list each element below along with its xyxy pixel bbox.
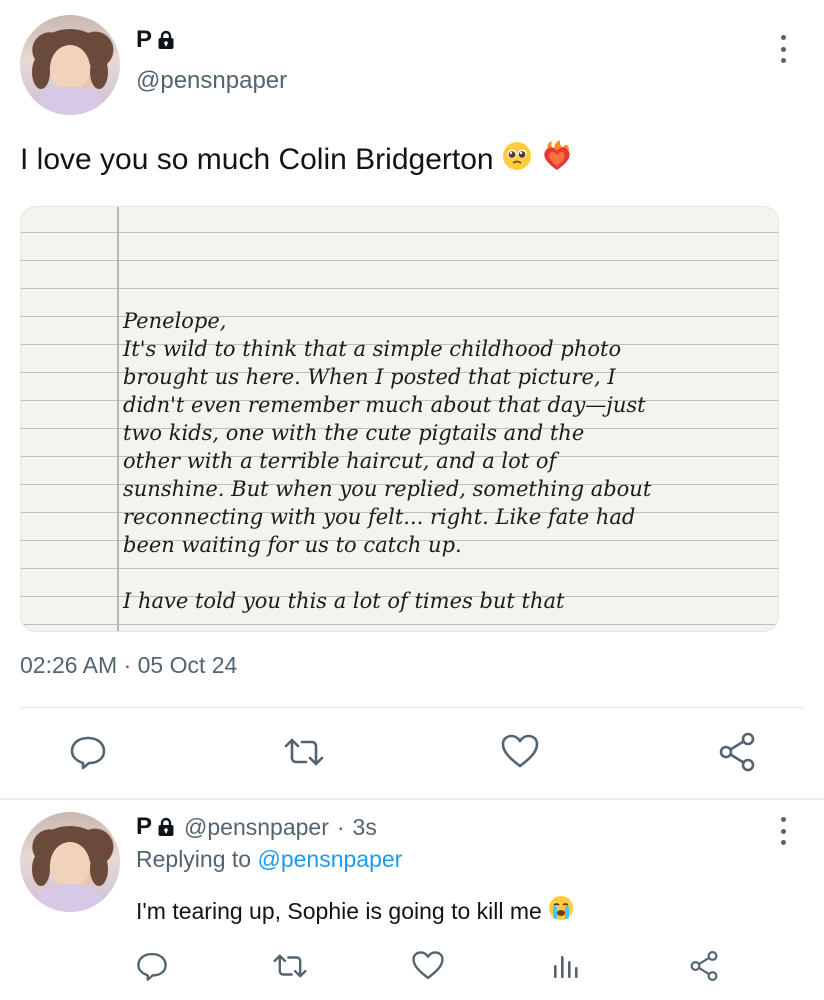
- reply-like-icon[interactable]: [406, 944, 450, 988]
- reply-time[interactable]: 3s: [353, 814, 377, 841]
- display-name[interactable]: P: [136, 26, 152, 54]
- section-divider: [0, 798, 824, 800]
- reply-header: P @pensnpaper · 3s: [136, 813, 377, 841]
- reply-separator: ·: [336, 813, 345, 840]
- reply-more-options-icon[interactable]: [773, 817, 793, 845]
- reply-display-name-row[interactable]: P: [136, 813, 176, 841]
- lock-icon: [156, 30, 176, 50]
- heart-on-fire-emoji: [540, 140, 574, 180]
- main-tweet: P @pensnpaper I love you so much Colin B…: [0, 0, 824, 800]
- tweet-timestamp[interactable]: 02:26 AM · 05 Oct 24: [20, 652, 237, 679]
- reply-avatar[interactable]: [20, 812, 120, 912]
- reply-text: I'm tearing up, Sophie is going to kill …: [136, 895, 574, 927]
- reply-text-content: I'm tearing up, Sophie is going to kill …: [136, 897, 542, 924]
- display-name-row[interactable]: P: [136, 26, 176, 54]
- lock-icon: [156, 817, 176, 837]
- reply-views-icon[interactable]: [544, 944, 588, 988]
- divider: [20, 707, 804, 708]
- loudly-crying-face-emoji: [548, 895, 574, 927]
- avatar-dress: [38, 87, 102, 115]
- pleading-face-emoji: [502, 141, 532, 179]
- reply-handle[interactable]: @pensnpaper: [184, 814, 329, 841]
- reply-display-name[interactable]: P: [136, 813, 152, 841]
- replying-to-label: Replying to: [136, 846, 252, 872]
- share-icon[interactable]: [715, 730, 759, 774]
- handwritten-letter-text: Penelope, It's wild to think that a simp…: [123, 309, 652, 613]
- tweet-image[interactable]: Penelope, It's wild to think that a simp…: [20, 206, 779, 632]
- avatar[interactable]: [20, 15, 120, 115]
- like-icon[interactable]: [498, 730, 542, 774]
- reply-retweet-icon[interactable]: [268, 944, 312, 988]
- handle[interactable]: @pensnpaper: [136, 67, 287, 95]
- replying-to-mention[interactable]: @pensnpaper: [257, 846, 402, 872]
- tweet-text-content: I love you so much Colin Bridgerton: [20, 143, 494, 176]
- reply-share-icon[interactable]: [682, 944, 726, 988]
- more-options-icon[interactable]: [773, 35, 793, 63]
- tweet-text: I love you so much Colin Bridgerton: [20, 140, 574, 180]
- retweet-icon[interactable]: [282, 730, 326, 774]
- replying-to-row: Replying to @pensnpaper: [136, 846, 402, 873]
- reply-reply-icon[interactable]: [130, 944, 174, 988]
- avatar-dress: [38, 884, 102, 912]
- avatar-face: [50, 842, 90, 888]
- avatar-face: [50, 45, 90, 91]
- reply-icon[interactable]: [66, 730, 110, 774]
- paper-margin-line: [117, 207, 119, 631]
